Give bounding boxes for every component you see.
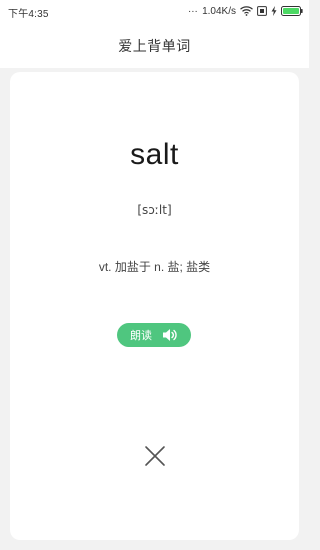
phonetic-text: [sɔːlt] [137,203,172,217]
word-text: salt [130,138,179,171]
word-card: salt [sɔːlt] vt. 加盐于 n. 盐; 盐类 朗读 [10,72,299,540]
speaker-icon [162,328,178,342]
status-dots: ... [188,3,199,15]
network-speed: 1.04K/s [202,5,236,17]
page-title: 爱上背单词 [118,38,191,54]
battery-icon [281,6,303,16]
app-header: 爱上背单词 [0,22,309,68]
status-icons: ... 1.04K/s [188,4,303,18]
status-time: 下午4:35 [8,9,49,20]
charging-bolt-icon [271,6,277,16]
status-bar: 下午4:35 ... 1.04K/s [0,0,309,22]
definition-text: vt. 加盐于 n. 盐; 盐类 [98,260,211,274]
wifi-icon [240,6,253,16]
sim-card-icon [257,6,267,16]
read-aloud-label: 朗读 [130,330,152,342]
close-icon [143,444,167,468]
close-button[interactable] [143,444,167,468]
read-aloud-button[interactable]: 朗读 [117,323,191,347]
